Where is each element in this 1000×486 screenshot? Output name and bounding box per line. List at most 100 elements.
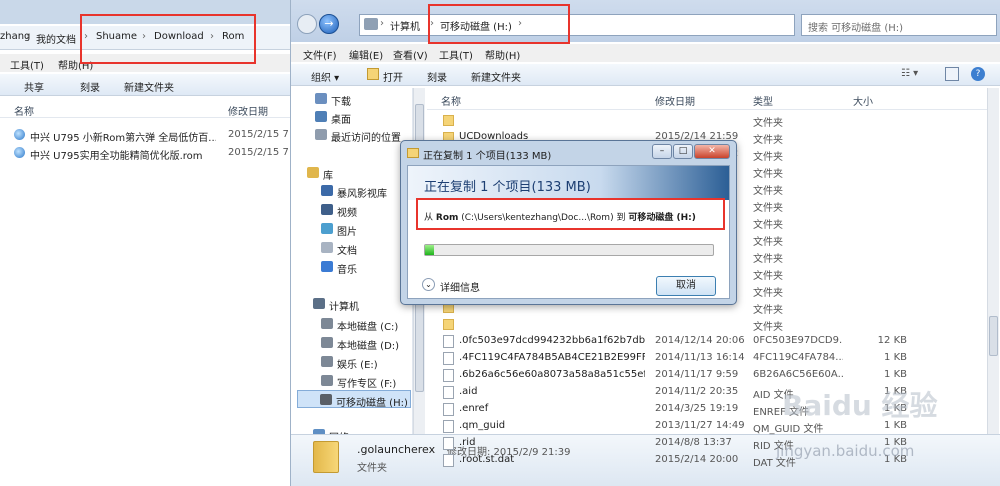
column-date[interactable]: 修改日期	[228, 103, 268, 118]
menu-help[interactable]: 帮助(H)	[485, 47, 520, 62]
burn-button[interactable]: 刻录	[427, 69, 447, 84]
nav-item-downloads[interactable]: 下载	[315, 90, 409, 108]
new-folder-button[interactable]: 新建文件夹	[471, 69, 521, 84]
menu-tools[interactable]: 工具(T)	[439, 47, 473, 62]
column-size[interactable]: 大小	[853, 93, 873, 108]
back-button[interactable]	[297, 14, 317, 34]
organize-button[interactable]: 组织 ▾	[311, 69, 339, 84]
file-name: .4FC119C4FA784B5AB4CE21B2E99FF0...	[459, 352, 645, 363]
breadcrumb-computer[interactable]: 计算机	[390, 18, 420, 33]
nav-item-pictures[interactable]: 图片	[321, 220, 409, 238]
menu-edit[interactable]: 编辑(E)	[349, 47, 383, 62]
nav-item-disk-c[interactable]: 本地磁盘 (C:)	[321, 315, 411, 333]
nav-item-video-library[interactable]: 暴风影视库	[321, 182, 409, 200]
rom-file-icon	[14, 129, 25, 140]
open-button[interactable]: 打开	[383, 69, 403, 84]
file-date: 2015/2/14 20:00	[655, 454, 739, 465]
nav-item-desktop[interactable]: 桌面	[315, 108, 409, 126]
file-row[interactable]: .0fc503e97dcd994232bb6a1f62b7db95 2014/12…	[427, 333, 987, 350]
file-row[interactable]: 文件夹	[427, 112, 987, 129]
highlight-destination-path	[428, 4, 570, 44]
close-button[interactable]: ✕	[694, 144, 730, 159]
rom-file-icon	[14, 147, 25, 158]
left-explorer-window: zhang › 我的文档 › Shuame › Download › Rom 工…	[0, 0, 302, 486]
breadcrumb-separator: ›	[26, 31, 30, 42]
baidu-jingyan-watermark: Baidu 经验 jingyan.baidu.com	[776, 384, 976, 474]
right-menu-bar: 文件(F) 编辑(E) 查看(V) 工具(T) 帮助(H)	[291, 44, 1000, 62]
menu-view[interactable]: 查看(V)	[393, 47, 428, 62]
breadcrumb-separator: ›	[380, 18, 384, 29]
file-name: 中兴 U795 小新Rom第六弹 全局低仿百...	[30, 133, 216, 144]
left-column-header: 名称 修改日期	[0, 100, 296, 118]
file-row[interactable]: .4FC119C4FA784B5AB4CE21B2E99FF0... 2014/1…	[427, 350, 987, 367]
watermark-logo: Baidu 经验	[782, 389, 938, 422]
library-icon	[307, 167, 319, 178]
nav-item-libraries[interactable]: 库	[307, 164, 401, 182]
file-name: .enref	[459, 403, 489, 414]
cancel-button[interactable]: 取消	[656, 276, 716, 296]
arrow-right-icon: →	[324, 17, 334, 30]
more-details-label: 详细信息	[440, 283, 480, 294]
nav-item-disk-e[interactable]: 娱乐 (E:)	[321, 353, 411, 371]
file-date: 2014/11/13 16:14	[655, 352, 745, 363]
computer-icon	[364, 18, 378, 30]
navigation-pane: 下载 桌面 最近访问的位置 库 暴风影视库 视频 图片 文档 音乐 计算机 本地…	[291, 88, 413, 434]
disk-icon	[321, 318, 333, 329]
nav-item-disk-d[interactable]: 本地磁盘 (D:)	[321, 334, 411, 352]
burn-button[interactable]: 刻录	[80, 79, 100, 94]
nav-item-removable-disk-h[interactable]: 可移动磁盘 (H:)	[297, 390, 411, 409]
file-name: .0fc503e97dcd994232bb6a1f62b7db95	[459, 335, 645, 346]
copy-progress-bar	[424, 244, 714, 256]
nav-item-documents[interactable]: 文档	[321, 239, 409, 257]
nav-item-network[interactable]: 网络	[313, 426, 409, 434]
right-address-bar[interactable]: › 计算机 › 可移动磁盘 (H:) ›	[359, 14, 795, 36]
file-size: 1 KB	[884, 369, 907, 380]
preview-pane-icon[interactable]	[945, 67, 959, 81]
file-date: 2014/8/8 13:37	[655, 437, 732, 448]
left-command-bar: 共享 刻录 新建文件夹	[0, 74, 296, 96]
disk-icon	[321, 375, 333, 386]
maximize-button[interactable]: □	[673, 144, 693, 159]
column-type[interactable]: 类型	[753, 93, 773, 108]
menu-file[interactable]: 文件(F)	[303, 47, 337, 62]
file-row[interactable]: 文件夹	[427, 316, 987, 333]
disk-icon	[321, 337, 333, 348]
breadcrumb-documents[interactable]: 我的文档	[36, 31, 76, 46]
forward-button[interactable]: →	[319, 14, 339, 34]
file-list-scrollbar[interactable]	[987, 88, 999, 434]
menu-tools[interactable]: 工具(T)	[10, 57, 44, 72]
dialog-title: 正在复制 1 个项目(133 MB)	[423, 151, 552, 162]
help-icon[interactable]: ?	[971, 67, 985, 81]
search-input[interactable]: 搜索 可移动磁盘 (H:)	[801, 14, 997, 36]
column-name[interactable]: 名称	[441, 93, 461, 108]
column-name[interactable]: 名称	[14, 103, 34, 118]
minimize-button[interactable]: –	[652, 144, 672, 159]
chevron-down-icon: ⌄	[422, 278, 435, 291]
recent-places-icon	[315, 129, 327, 140]
file-row[interactable]: .6b26a6c56e60a8073a58a8a51c55ef41 2014/11…	[427, 367, 987, 384]
file-list-scroll-thumb[interactable]	[989, 316, 998, 356]
file-type: 文件夹	[753, 152, 783, 163]
file-icon	[443, 352, 454, 365]
nav-item-videos[interactable]: 视频	[321, 201, 409, 219]
file-size: 12 KB	[877, 335, 907, 346]
file-icon	[443, 403, 454, 416]
column-date[interactable]: 修改日期	[655, 93, 695, 108]
view-options-icon[interactable]: ☷ ▾	[901, 68, 918, 79]
desktop-icon	[315, 111, 327, 122]
nav-item-recent-places[interactable]: 最近访问的位置	[315, 126, 411, 144]
usb-drive-icon	[320, 394, 332, 405]
share-button[interactable]: 共享	[24, 79, 44, 94]
file-row[interactable]: 中兴 U795 小新Rom第六弹 全局低仿百... 2015/2/15 7:..…	[0, 126, 302, 144]
nav-item-music[interactable]: 音乐	[321, 258, 409, 276]
new-folder-button[interactable]: 新建文件夹	[124, 79, 174, 94]
folder-icon	[443, 319, 454, 330]
file-icon	[443, 454, 454, 467]
file-row[interactable]: 中兴 U795实用全功能精简优化版.rom 2015/2/15 7:...	[0, 144, 302, 162]
file-name: .rid	[459, 437, 476, 448]
file-type: 文件夹	[753, 271, 783, 282]
music-icon	[321, 261, 333, 272]
nav-item-disk-f[interactable]: 写作专区 (F:)	[321, 372, 411, 390]
nav-item-computer[interactable]: 计算机	[313, 295, 409, 313]
file-type: 文件夹	[753, 305, 783, 316]
